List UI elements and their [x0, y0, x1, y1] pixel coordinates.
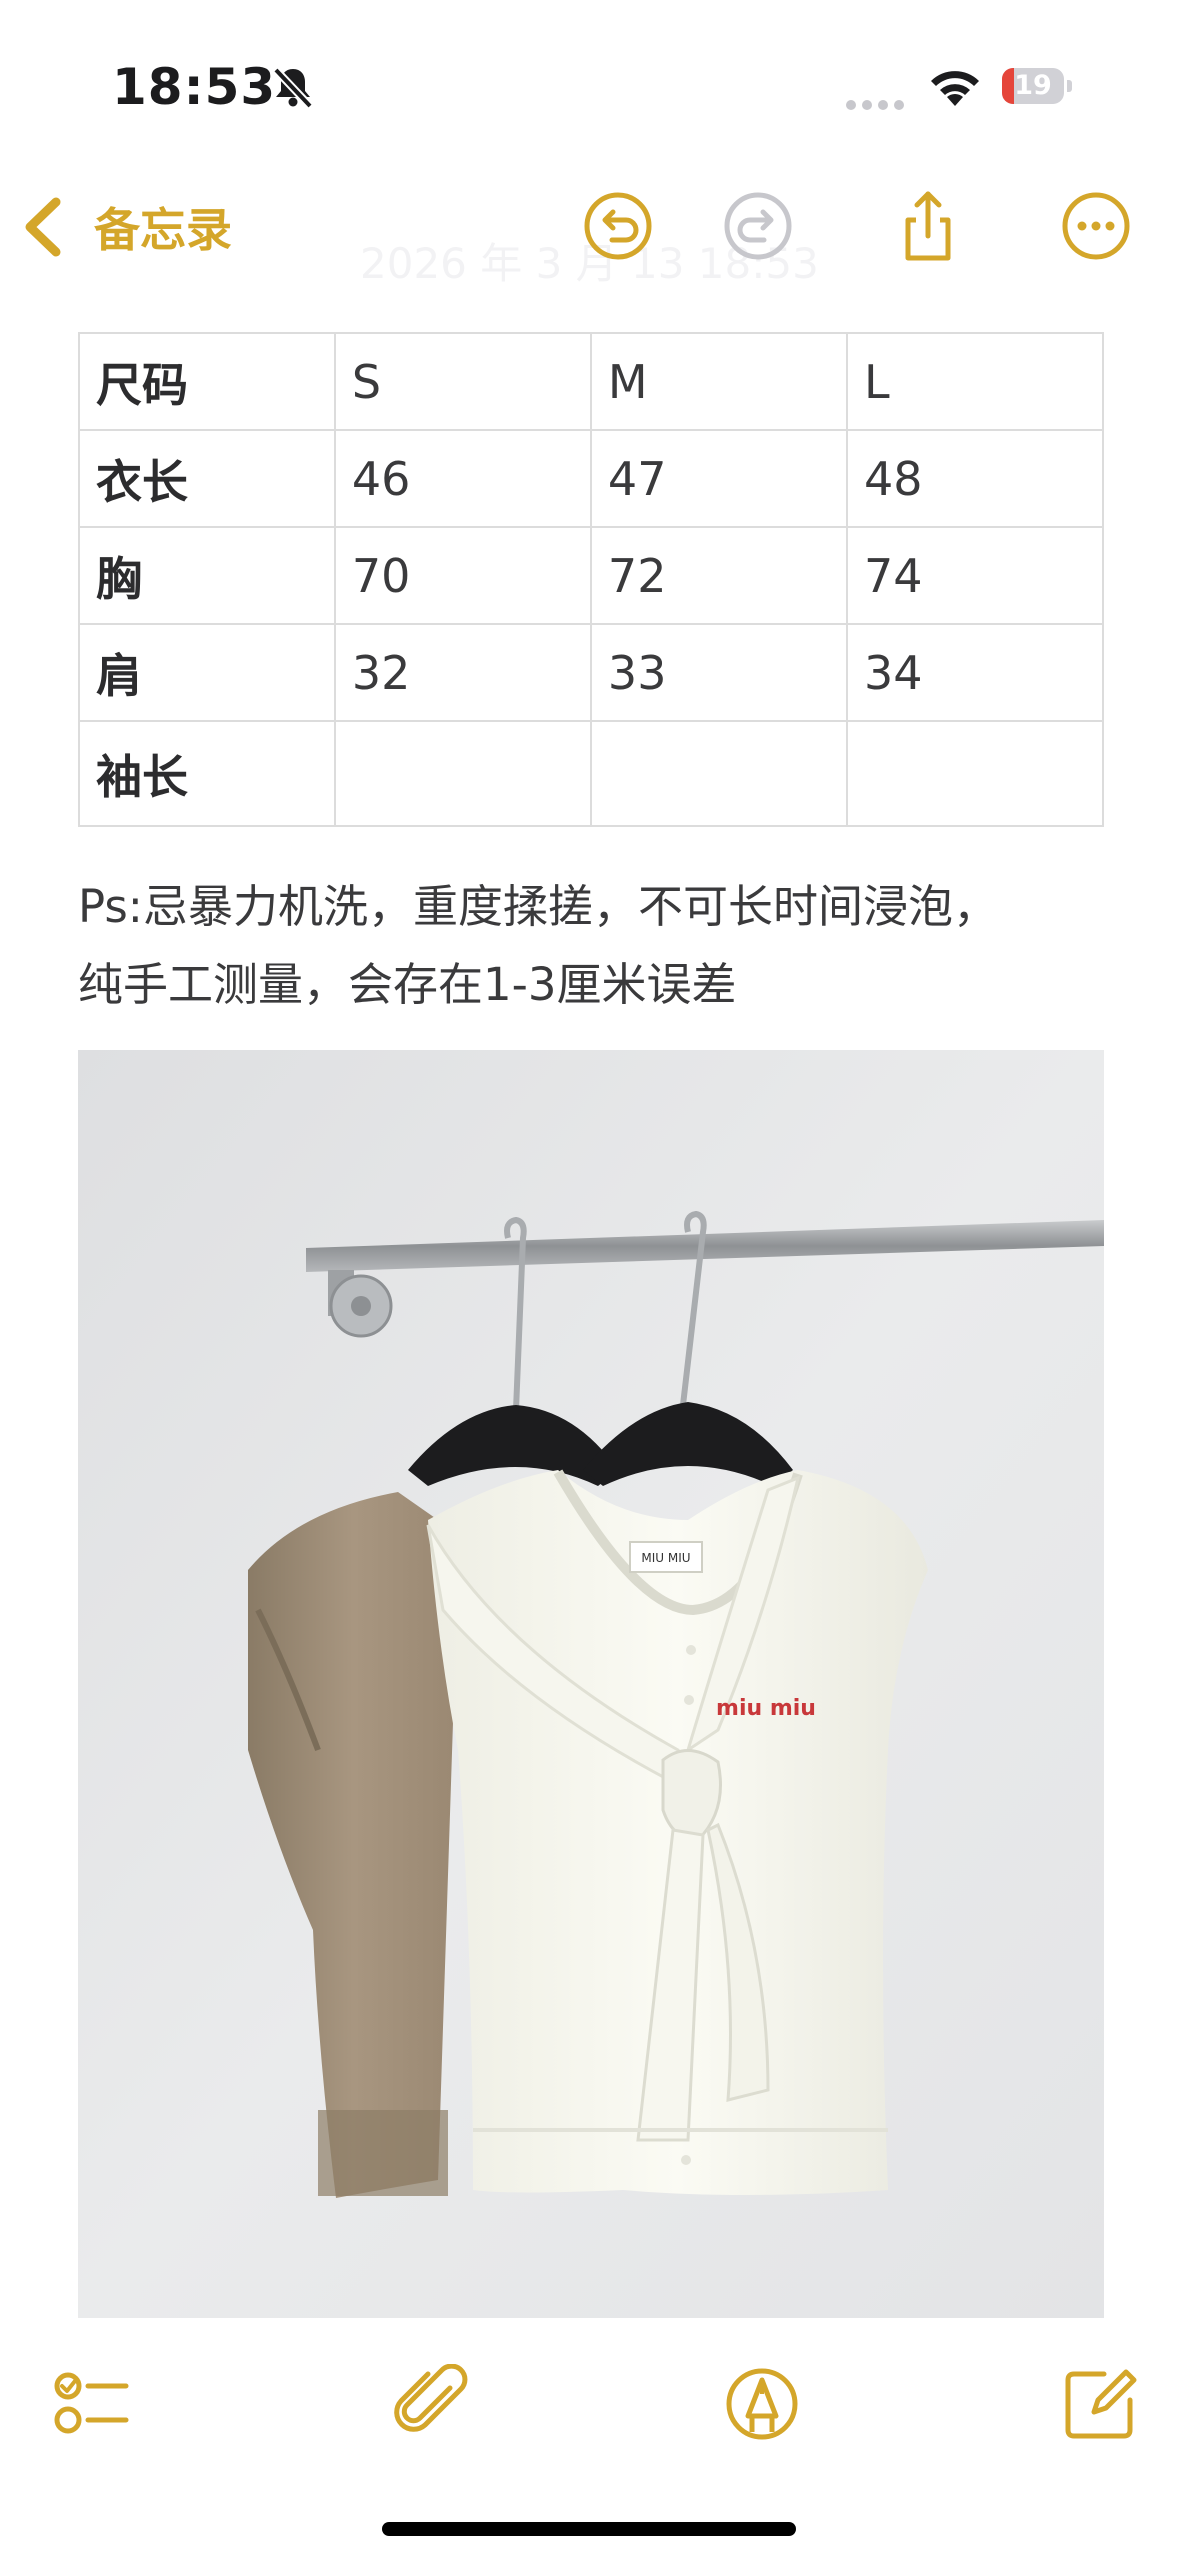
- more-icon[interactable]: [1060, 190, 1132, 262]
- checklist-icon[interactable]: [52, 2364, 132, 2444]
- table-cell[interactable]: 74: [845, 526, 1105, 625]
- home-indicator[interactable]: [382, 2522, 796, 2536]
- redo-icon[interactable]: [722, 190, 794, 262]
- table-cell[interactable]: 肩: [78, 623, 336, 722]
- size-table: 尺码 S M L 衣长 46 47 48 胸 70 72 74 肩 32 33 …: [78, 332, 1105, 827]
- nav-bar: 2026 年 3 月 13 18:53 备忘录: [0, 170, 1179, 295]
- cellular-icon: [846, 95, 910, 114]
- table-cell[interactable]: 46: [333, 429, 592, 528]
- table-cell[interactable]: 胸: [78, 526, 336, 625]
- wifi-icon: [931, 71, 979, 106]
- table-cell[interactable]: 72: [589, 526, 848, 625]
- table-cell[interactable]: 尺码: [78, 332, 336, 431]
- table-cell[interactable]: 袖长: [78, 720, 336, 827]
- table-row: 袖长: [78, 720, 1105, 827]
- status-bar: 18:53 19: [0, 0, 1179, 170]
- note-line: 纯手工测量，会存在1-3厘米误差: [78, 958, 737, 1011]
- markup-pen-icon[interactable]: [722, 2364, 802, 2444]
- table-cell[interactable]: M: [589, 332, 848, 431]
- table-row: 衣长 46 47 48: [78, 429, 1105, 528]
- table-cell[interactable]: [589, 720, 848, 827]
- note-text[interactable]: Ps:忌暴力机洗，重度揉搓，不可长时间浸泡， 纯手工测量，会存在1-3厘米误差: [78, 868, 1118, 1024]
- photo-illustration: MIU MIU miu miu: [78, 1050, 1104, 2318]
- table-cell[interactable]: 32: [333, 623, 592, 722]
- table-row: 胸 70 72 74: [78, 526, 1105, 625]
- product-photo[interactable]: MIU MIU miu miu: [78, 1050, 1104, 2318]
- back-button[interactable]: 备忘录: [22, 192, 232, 262]
- garment-label: MIU MIU: [641, 1551, 690, 1565]
- battery-icon: 19: [1002, 68, 1072, 104]
- table-cell[interactable]: 47: [589, 429, 848, 528]
- table-row: 肩 32 33 34: [78, 623, 1105, 722]
- table-cell[interactable]: [845, 720, 1105, 827]
- bottom-toolbar: [0, 2318, 1179, 2556]
- undo-icon[interactable]: [582, 190, 654, 262]
- status-time: 18:53: [112, 58, 277, 116]
- paperclip-icon[interactable]: [392, 2364, 472, 2444]
- note-line: Ps:忌暴力机洗，重度揉搓，不可长时间浸泡，: [78, 880, 998, 933]
- compose-icon[interactable]: [1060, 2364, 1140, 2444]
- share-icon[interactable]: [892, 190, 964, 262]
- table-row: 尺码 S M L: [78, 332, 1105, 431]
- table-cell[interactable]: S: [333, 332, 592, 431]
- table-cell[interactable]: 70: [333, 526, 592, 625]
- table-cell[interactable]: 34: [845, 623, 1105, 722]
- back-label: 备忘录: [94, 203, 232, 257]
- table-cell[interactable]: 衣长: [78, 429, 336, 528]
- embroidered-logo: miu miu: [716, 1696, 816, 1721]
- chevron-left-icon: [25, 197, 61, 257]
- table-cell[interactable]: [333, 720, 592, 827]
- battery-level: 19: [1014, 70, 1052, 101]
- bell-slash-icon: [273, 67, 313, 109]
- table-cell[interactable]: 33: [589, 623, 848, 722]
- table-cell[interactable]: L: [845, 332, 1105, 431]
- table-cell[interactable]: 48: [845, 429, 1105, 528]
